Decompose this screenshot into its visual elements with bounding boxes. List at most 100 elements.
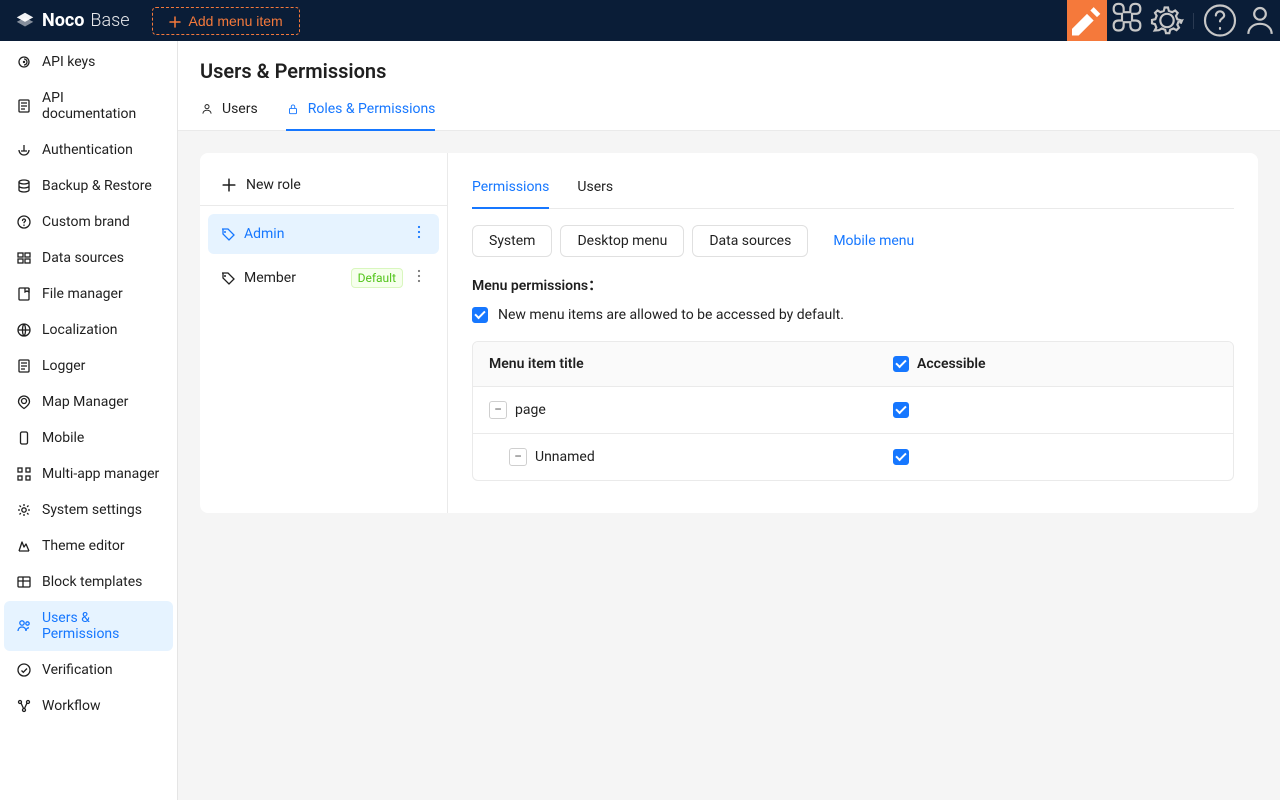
header-accessible-checkbox[interactable] (893, 356, 909, 372)
sidebar-item-label: Backup & Restore (42, 178, 152, 194)
sidebar-icon-multi-app-manager (16, 466, 32, 482)
table-row: − page (473, 387, 1233, 434)
sidebar-item-backup-restore[interactable]: Backup & Restore (4, 169, 173, 203)
role-name: Member (244, 270, 296, 286)
sidebar-item-api-documentation[interactable]: API documentation (4, 81, 173, 131)
sub-tab-data-sources[interactable]: Data sources (692, 225, 808, 257)
sidebar-icon-block-templates (16, 574, 32, 590)
more-icon[interactable] (411, 268, 427, 288)
design-mode-icon[interactable] (1067, 0, 1107, 41)
row-title-cell: − page (473, 387, 877, 433)
col-accessible: Accessible (877, 342, 1233, 386)
sidebar-item-label: Verification (42, 662, 113, 678)
sidebar-item-users-permissions[interactable]: Users & Permissions (4, 601, 173, 651)
default-badge: Default (351, 268, 403, 288)
topbar-right (1067, 0, 1280, 41)
tag-icon (220, 226, 236, 242)
lock-icon (286, 102, 300, 116)
tab-roles-label: Roles & Permissions (308, 101, 436, 117)
permissions-table: Menu item title Accessible − page (472, 341, 1234, 481)
sub-tab-mobile[interactable]: Mobile menu (816, 225, 931, 257)
inner-tabs: Permissions Users (472, 169, 1234, 209)
sidebar-item-mobile[interactable]: Mobile (4, 421, 173, 455)
sidebar-icon-file-manager (16, 286, 32, 302)
sub-tabs: System Desktop menu Data sources Mobile … (472, 225, 1234, 257)
tab-users-label: Users (222, 101, 258, 117)
row-title-cell: − Unnamed (473, 434, 877, 480)
sidebar-item-api-keys[interactable]: API keys (4, 45, 173, 79)
user-icon[interactable] (1240, 0, 1280, 41)
brand-logo[interactable]: Noco Base (14, 10, 130, 32)
col-title: Menu item title (473, 342, 877, 386)
table-header: Menu item title Accessible (473, 342, 1233, 387)
sidebar-item-map-manager[interactable]: Map Manager (4, 385, 173, 419)
section-label: Menu permissions： (472, 275, 1234, 295)
inner-tab-permissions[interactable]: Permissions (472, 169, 549, 209)
sidebar-icon-workflow (16, 698, 32, 714)
plus-icon (222, 178, 236, 192)
brand-name-thin: Base (90, 10, 129, 31)
permissions-column: Permissions Users System Desktop menu Da… (448, 153, 1258, 513)
collapse-icon[interactable]: − (489, 401, 507, 419)
logo-mark-icon (14, 10, 36, 32)
plugin-icon[interactable] (1107, 0, 1147, 41)
sidebar-item-authentication[interactable]: Authentication (4, 133, 173, 167)
sidebar-item-file-manager[interactable]: File manager (4, 277, 173, 311)
roles-panel: New role Admin Member Default (200, 153, 1258, 513)
sidebar-icon-users-permissions (16, 618, 32, 634)
sidebar-icon-authentication (16, 142, 32, 158)
collapse-icon[interactable]: − (509, 448, 527, 466)
sidebar-item-system-settings[interactable]: System settings (4, 493, 173, 527)
sidebar-item-label: File manager (42, 286, 123, 302)
sidebar-item-label: Workflow (42, 698, 101, 714)
sidebar-item-data-sources[interactable]: Data sources (4, 241, 173, 275)
default-access-checkbox[interactable] (472, 307, 488, 323)
accessible-checkbox[interactable] (893, 449, 909, 465)
sidebar-item-label: API keys (42, 54, 95, 70)
role-item-admin[interactable]: Admin (208, 214, 439, 254)
sidebar-item-label: API documentation (42, 90, 161, 122)
gear-icon[interactable] (1147, 0, 1187, 41)
sidebar-item-localization[interactable]: Localization (4, 313, 173, 347)
row-title: page (515, 402, 546, 418)
sidebar-item-block-templates[interactable]: Block templates (4, 565, 173, 599)
sidebar-item-multi-app-manager[interactable]: Multi-app manager (4, 457, 173, 491)
more-icon[interactable] (411, 224, 427, 244)
topbar: Noco Base Add menu item (0, 0, 1280, 41)
sidebar-item-verification[interactable]: Verification (4, 653, 173, 687)
brand-name-bold: Noco (42, 10, 84, 31)
sidebar-item-theme-editor[interactable]: Theme editor (4, 529, 173, 563)
sidebar-item-label: Custom brand (42, 214, 130, 230)
sidebar-icon-localization (16, 322, 32, 338)
tab-roles[interactable]: Roles & Permissions (286, 93, 436, 131)
sidebar-item-label: Block templates (42, 574, 142, 590)
sidebar-icon-logger (16, 358, 32, 374)
tab-users[interactable]: Users (200, 93, 258, 131)
default-access-text: New menu items are allowed to be accesse… (498, 307, 844, 323)
sidebar-item-label: Authentication (42, 142, 133, 158)
new-role-button[interactable]: New role (200, 165, 447, 206)
page-header: Users & Permissions Users Roles & Permis… (178, 41, 1280, 131)
new-role-label: New role (246, 177, 301, 193)
default-access-row[interactable]: New menu items are allowed to be accesse… (472, 307, 1234, 323)
sidebar-item-custom-brand[interactable]: Custom brand (4, 205, 173, 239)
tag-icon (220, 270, 236, 286)
sub-tab-system[interactable]: System (472, 225, 552, 257)
add-menu-button[interactable]: Add menu item (152, 7, 300, 35)
table-row: − Unnamed (473, 434, 1233, 480)
row-title: Unnamed (535, 449, 595, 465)
inner-tab-users[interactable]: Users (577, 169, 613, 209)
sidebar-icon-map-manager (16, 394, 32, 410)
sub-tab-desktop[interactable]: Desktop menu (560, 225, 684, 257)
main: Users & Permissions Users Roles & Permis… (178, 41, 1280, 800)
roles-column: New role Admin Member Default (200, 153, 448, 513)
role-item-member[interactable]: Member Default (208, 258, 439, 298)
accessible-checkbox[interactable] (893, 402, 909, 418)
sidebar-item-label: Localization (42, 322, 118, 338)
sidebar-item-logger[interactable]: Logger (4, 349, 173, 383)
sidebar-item-label: Mobile (42, 430, 84, 446)
sidebar: API keys API documentation Authenticatio… (0, 41, 178, 800)
sidebar-icon-backup-restore (16, 178, 32, 194)
help-icon[interactable] (1200, 0, 1240, 41)
sidebar-item-workflow[interactable]: Workflow (4, 689, 173, 723)
